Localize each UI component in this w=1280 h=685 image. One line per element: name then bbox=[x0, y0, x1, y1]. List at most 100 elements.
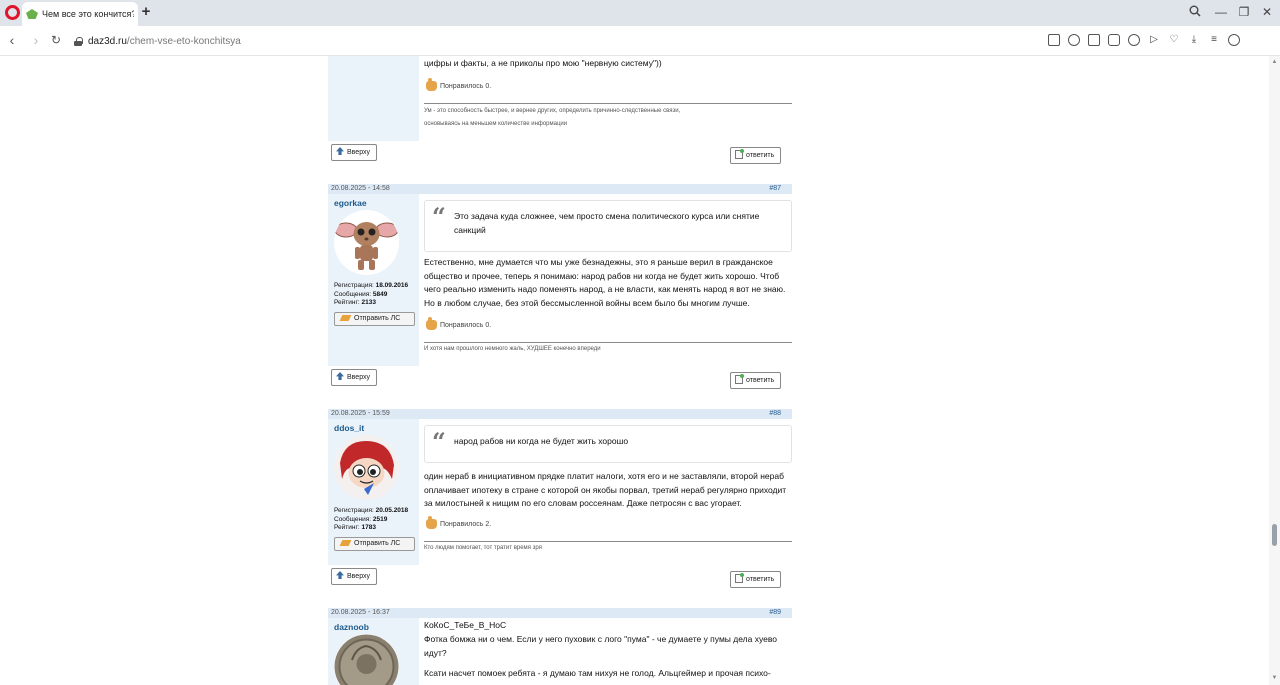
avatar[interactable] bbox=[334, 634, 399, 685]
scroll-down-arrow-icon[interactable]: ▼ bbox=[1270, 674, 1279, 683]
download-icon[interactable]: ⤓ bbox=[1188, 34, 1200, 46]
likes-count: Понравилось 0. bbox=[440, 321, 492, 329]
camera-icon[interactable] bbox=[1108, 34, 1120, 46]
back-button[interactable]: ‹ bbox=[5, 33, 19, 47]
signature-line: основываясь на меньшем количестве информ… bbox=[424, 121, 568, 127]
reply-icon bbox=[735, 374, 744, 384]
pencil-icon bbox=[339, 540, 352, 546]
quote-icon: “ bbox=[432, 427, 446, 456]
quote-icon: “ bbox=[432, 202, 446, 231]
edit-icon[interactable] bbox=[1088, 34, 1100, 46]
thumbs-up-icon[interactable] bbox=[426, 78, 437, 91]
rating-value: 2133 bbox=[361, 299, 376, 306]
quote-block: “ Это задача куда сложнее, чем просто см… bbox=[424, 200, 792, 252]
reply-button[interactable]: ответить bbox=[730, 147, 781, 164]
avatar[interactable] bbox=[334, 435, 399, 500]
send-pm-button[interactable]: Отправить ЛС bbox=[334, 537, 415, 551]
send-icon[interactable]: ▷ bbox=[1148, 34, 1160, 46]
scrollbar-thumb[interactable] bbox=[1272, 524, 1277, 546]
url-field[interactable]: daz3d.ru/chem-vse-eto-konchitsya bbox=[74, 31, 574, 51]
url-path: /chem-vse-eto-konchitsya bbox=[126, 35, 241, 47]
lens-icon[interactable] bbox=[1068, 34, 1080, 46]
username-link[interactable]: ddos_it bbox=[334, 423, 364, 433]
top-button[interactable]: Вверху bbox=[331, 144, 377, 161]
reply-icon bbox=[735, 573, 744, 583]
site-favicon-icon bbox=[26, 8, 38, 20]
forum-post: 20.08.2025 - 16:37 #89 daznoob КоКоС_ТеБ… bbox=[328, 608, 792, 685]
post-date: 20.08.2025 - 16:37 bbox=[331, 609, 390, 616]
messages-count: 5849 bbox=[372, 290, 388, 298]
profile-icon[interactable] bbox=[1228, 34, 1240, 46]
tab-title: Чем все это кончится? | D bbox=[42, 9, 134, 19]
close-window-button[interactable]: ✕ bbox=[1259, 5, 1275, 19]
user-sidebar bbox=[328, 56, 419, 141]
browser-window: Чем все это кончится? | D + — ❐ ✕ ‹ › ↻ … bbox=[0, 0, 1280, 685]
lock-icon bbox=[74, 36, 83, 46]
browser-tab[interactable]: Чем все это кончится? | D bbox=[22, 2, 138, 26]
page-viewport: цифры и факты, а не приколы про мою "нер… bbox=[0, 56, 1269, 685]
user-sidebar: egorkae Регистрация: 18.09.2016 Сообщени… bbox=[328, 194, 419, 366]
restore-button[interactable]: ❐ bbox=[1236, 5, 1252, 19]
username-link[interactable]: daznoob bbox=[334, 622, 369, 632]
tab-bar: Чем все это кончится? | D + — ❐ ✕ bbox=[0, 0, 1280, 26]
username-link[interactable]: egorkae bbox=[334, 198, 367, 208]
forum-post: 20.08.2025 - 14:58 #87 egorkae Регистрац… bbox=[328, 184, 792, 367]
post-text: Фотка бомжа ни о чем. Если у него пухови… bbox=[424, 634, 777, 658]
post-header: 20.08.2025 - 14:58 #87 bbox=[328, 184, 792, 194]
signature-divider bbox=[424, 103, 792, 104]
up-arrow-icon bbox=[336, 372, 344, 380]
user-stats: Регистрация: 18.09.2016 Сообщения: 5849 … bbox=[334, 282, 409, 306]
menu-icon[interactable]: ≡ bbox=[1208, 34, 1220, 46]
new-tab-button[interactable]: + bbox=[140, 4, 152, 19]
signature-line: И хотя нам прошлого немного жаль, ХУДШЕЕ… bbox=[424, 346, 601, 352]
messages-count: 2519 bbox=[372, 515, 388, 523]
user-sidebar: ddos_it Регистрация: 20.05.2018 Сообщени… bbox=[328, 419, 419, 565]
page-scrollbar[interactable]: ▲ ▼ bbox=[1269, 56, 1280, 685]
rating-value: 1783 bbox=[361, 524, 376, 531]
user-sidebar: daznoob bbox=[328, 618, 419, 685]
scroll-up-arrow-icon[interactable]: ▲ bbox=[1270, 58, 1279, 67]
reader-icon[interactable] bbox=[1048, 34, 1060, 46]
likes: Понравилось 0. bbox=[426, 78, 491, 91]
top-button[interactable]: Вверху bbox=[331, 568, 377, 585]
quote-text: народ рабов ни когда не будет жить хорош… bbox=[454, 436, 629, 446]
registration-date: 18.09.2016 bbox=[375, 282, 409, 289]
signature-line: Кто людям помогает, тот тратит время зря bbox=[424, 545, 542, 551]
post-text: Ксати насчет помоек ребята - я думаю там… bbox=[424, 668, 771, 678]
post-fragment-previous: цифры и факты, а не приколы про мою "нер… bbox=[328, 56, 792, 141]
reply-button[interactable]: ответить bbox=[730, 571, 781, 588]
post-header: 20.08.2025 - 16:37 #89 bbox=[328, 608, 792, 618]
post-text: один нераб в инициативном прядке платит … bbox=[424, 471, 787, 508]
search-tabs-icon[interactable] bbox=[1187, 5, 1203, 19]
user-stats: Регистрация: 20.05.2018 Сообщения: 2519 … bbox=[334, 507, 409, 531]
forum-post: 20.08.2025 - 15:59 #88 ddos_it Регистрац… bbox=[328, 409, 792, 565]
post-text: Естественно, мне думается что мы уже без… bbox=[424, 257, 786, 308]
post-text: цифры и факты, а не приколы про мою "нер… bbox=[424, 58, 662, 68]
up-arrow-icon bbox=[336, 571, 344, 579]
signature-line: Ум - это способность быстрее, и вернее д… bbox=[424, 108, 681, 114]
thumbs-up-icon[interactable] bbox=[426, 516, 437, 529]
reload-button[interactable]: ↻ bbox=[49, 33, 63, 47]
post-number-link[interactable]: #87 bbox=[769, 184, 781, 194]
post-date: 20.08.2025 - 14:58 bbox=[331, 185, 390, 192]
thumbs-up-icon[interactable] bbox=[426, 317, 437, 330]
avatar[interactable] bbox=[334, 210, 399, 275]
reply-button[interactable]: ответить bbox=[730, 372, 781, 389]
likes-count: Понравилось 2. bbox=[440, 520, 492, 528]
quote-text: Это задача куда сложнее, чем просто смен… bbox=[454, 211, 760, 235]
post-number-link[interactable]: #88 bbox=[769, 409, 781, 419]
likes: Понравилось 2. bbox=[426, 516, 492, 529]
forward-button[interactable]: › bbox=[29, 33, 43, 47]
opera-logo-icon[interactable] bbox=[5, 5, 20, 20]
up-arrow-icon bbox=[336, 147, 344, 155]
likes: Понравилось 0. bbox=[426, 317, 492, 330]
minimize-button[interactable]: — bbox=[1213, 5, 1229, 19]
shield-icon[interactable] bbox=[1128, 34, 1140, 46]
post-header: 20.08.2025 - 15:59 #88 bbox=[328, 409, 792, 419]
heart-icon[interactable]: ♡ bbox=[1168, 34, 1180, 46]
top-button[interactable]: Вверху bbox=[331, 369, 377, 386]
address-bar: ‹ › ↻ daz3d.ru/chem-vse-eto-konchitsya ▷… bbox=[0, 26, 1280, 76]
send-pm-button[interactable]: Отправить ЛС bbox=[334, 312, 415, 326]
post-number-link[interactable]: #89 bbox=[769, 608, 781, 618]
reply-icon bbox=[735, 149, 744, 159]
